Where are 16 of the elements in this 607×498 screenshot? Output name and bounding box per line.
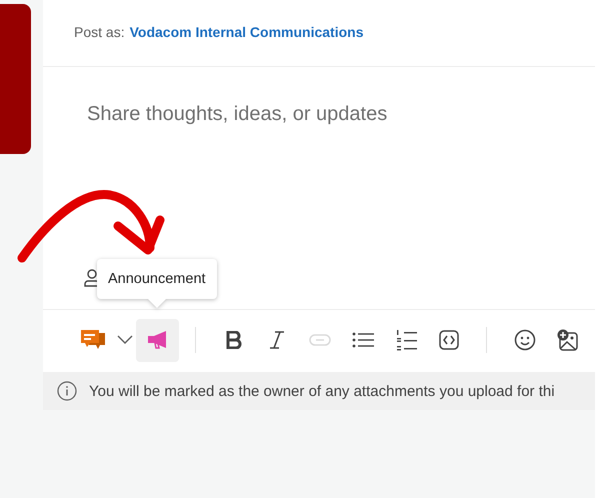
announcement-button[interactable] bbox=[136, 318, 179, 362]
code-icon bbox=[438, 330, 458, 350]
link-icon bbox=[308, 334, 330, 346]
bold-icon bbox=[226, 331, 242, 349]
post-as-link[interactable]: Vodacom Internal Communications bbox=[130, 24, 364, 40]
post-as-label: Post as: bbox=[74, 24, 125, 40]
chevron-icon bbox=[117, 335, 133, 345]
italic-icon bbox=[268, 331, 284, 349]
add-image-icon bbox=[556, 329, 578, 351]
notice-text: You will be marked as the owner of any attachments you upload for thi bbox=[89, 382, 555, 400]
numbered-list-icon bbox=[394, 329, 416, 351]
info-icon bbox=[57, 381, 77, 401]
message-field[interactable]: Share thoughts, ideas, or updates bbox=[87, 103, 547, 126]
smiley-icon bbox=[514, 329, 536, 351]
person-icon bbox=[84, 269, 100, 287]
bullet-list-icon bbox=[352, 331, 374, 349]
